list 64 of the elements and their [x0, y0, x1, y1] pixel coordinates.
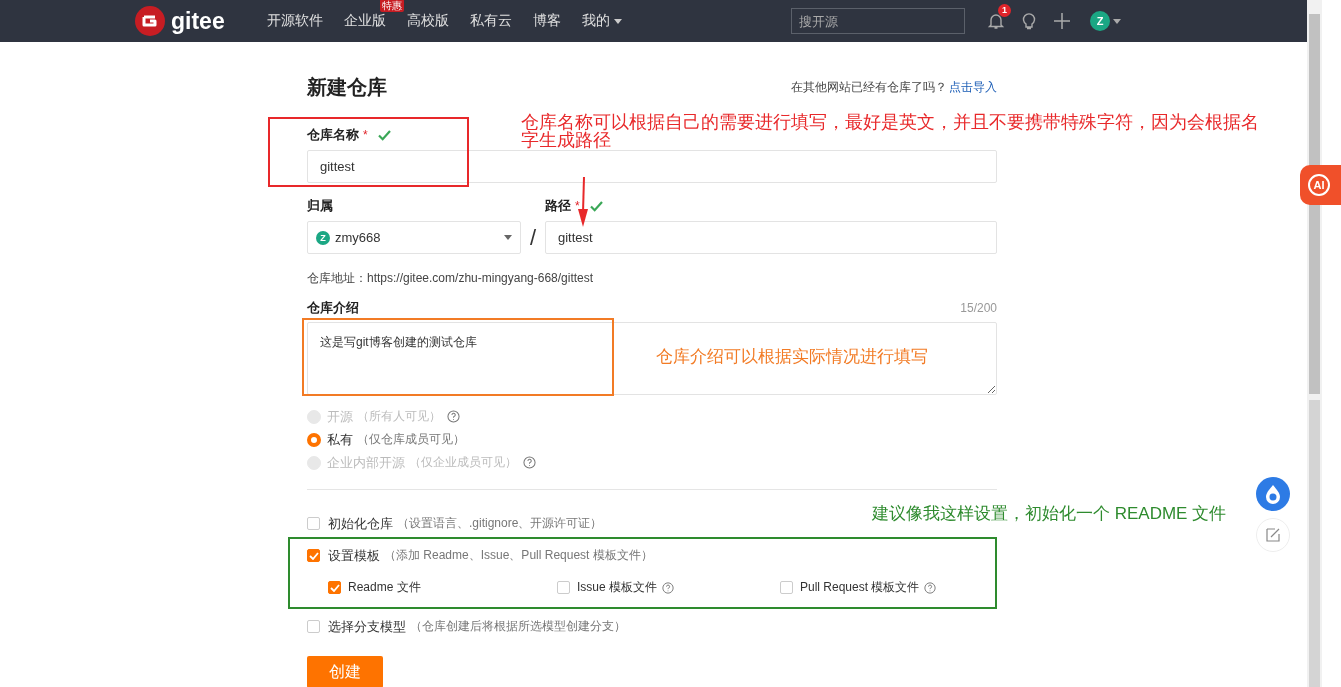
option-hint: （设置语言、.gitignore、开源许可证） — [397, 515, 603, 532]
name-field[interactable]: gittest — [307, 150, 997, 183]
checkbox[interactable] — [307, 549, 320, 562]
option-hint: （仅仓库成员可见） — [357, 431, 465, 448]
character-counter: 15/200 — [960, 301, 997, 315]
radio-label: 私有 — [327, 430, 353, 449]
scrollbar[interactable] — [1307, 0, 1322, 687]
checkbox[interactable] — [557, 581, 570, 594]
edit-icon[interactable] — [1256, 518, 1290, 552]
import-prompt: 在其他网站已经有仓库了吗？ — [791, 78, 947, 96]
search-field[interactable]: 搜开源 — [791, 8, 965, 34]
nav-link[interactable]: 我的 — [582, 12, 622, 30]
annotation-note: 仓库名称可以根据自己的需要进行填写，最好是英文，并且不要携带特殊字符，因为会根据名字生成路径 — [521, 113, 1260, 149]
owner-dropdown[interactable]: Z zmy668 — [307, 221, 521, 254]
checkbox[interactable] — [780, 581, 793, 594]
path-separator: / — [528, 224, 538, 252]
field-label: 归属 — [307, 197, 333, 215]
plus-icon[interactable] — [1053, 12, 1071, 30]
field-label: 仓库名称 — [307, 126, 359, 144]
promo-badge: 特惠 — [380, 0, 404, 12]
annotation-note: 仓库介绍可以根据实际情况进行填写 — [656, 346, 928, 368]
required-mark: * — [363, 128, 368, 142]
chat-icon[interactable] — [1256, 477, 1290, 511]
checkbox-label: Issue 模板文件 — [577, 579, 657, 596]
page-title: 新建仓库 — [307, 74, 387, 100]
option-hint: （仅企业成员可见） — [409, 454, 517, 471]
help-icon[interactable] — [924, 581, 937, 594]
field-label: 仓库介绍 — [307, 299, 359, 317]
help-icon[interactable] — [662, 581, 674, 594]
option-hint: （添加 Readme、Issue、Pull Request 模板文件） — [384, 547, 653, 564]
caret-icon — [504, 235, 512, 240]
notification-count: 1 — [998, 4, 1011, 17]
checkbox-label: Pull Request 模板文件 — [800, 579, 920, 596]
radio-button[interactable] — [307, 432, 321, 447]
checkbox[interactable] — [307, 620, 320, 633]
option-hint: （仓库创建后将根据所选模型创建分支） — [410, 618, 626, 635]
annotation-note: 建议像我这样设置，初始化一个 README 文件 — [872, 503, 1227, 525]
checkbox-label: 选择分支模型 — [328, 617, 406, 636]
checkbox-label: Readme 文件 — [348, 579, 421, 596]
checkbox[interactable] — [307, 517, 320, 530]
bell-icon[interactable] — [987, 12, 1005, 30]
nav-link[interactable]: 私有云 — [470, 12, 512, 30]
logo-icon[interactable] — [135, 6, 165, 36]
nav-link[interactable]: 企业版 — [344, 12, 386, 30]
required-mark: * — [575, 199, 580, 213]
nav-link[interactable]: 高校版 — [407, 12, 449, 30]
arrow — [576, 177, 590, 227]
lightbulb-icon[interactable] — [1020, 12, 1038, 30]
field-label: 路径 — [545, 197, 571, 215]
ai-assistant-button[interactable]: AI — [1300, 165, 1341, 205]
checkbox[interactable] — [328, 581, 341, 594]
path-field[interactable]: gittest — [545, 221, 997, 254]
option-hint: （所有人可见） — [357, 408, 441, 425]
checkbox-label: 初始化仓库 — [328, 514, 393, 533]
logo-text[interactable]: gitee — [171, 7, 225, 35]
import-link[interactable]: 点击导入 — [949, 78, 997, 96]
caret-icon — [1113, 18, 1121, 24]
nav-link[interactable]: 博客 — [533, 12, 561, 30]
user-avatar: Z — [316, 230, 330, 245]
radio-label: 开源 — [327, 407, 353, 426]
nav-link[interactable]: 开源软件 — [267, 12, 323, 30]
checkbox-label: 设置模板 — [328, 546, 380, 565]
repository-address: 仓库地址：https://gitee.com/zhu-mingyang-668/gittest — [307, 270, 595, 287]
radio-label: 企业内部开源 — [327, 453, 405, 472]
